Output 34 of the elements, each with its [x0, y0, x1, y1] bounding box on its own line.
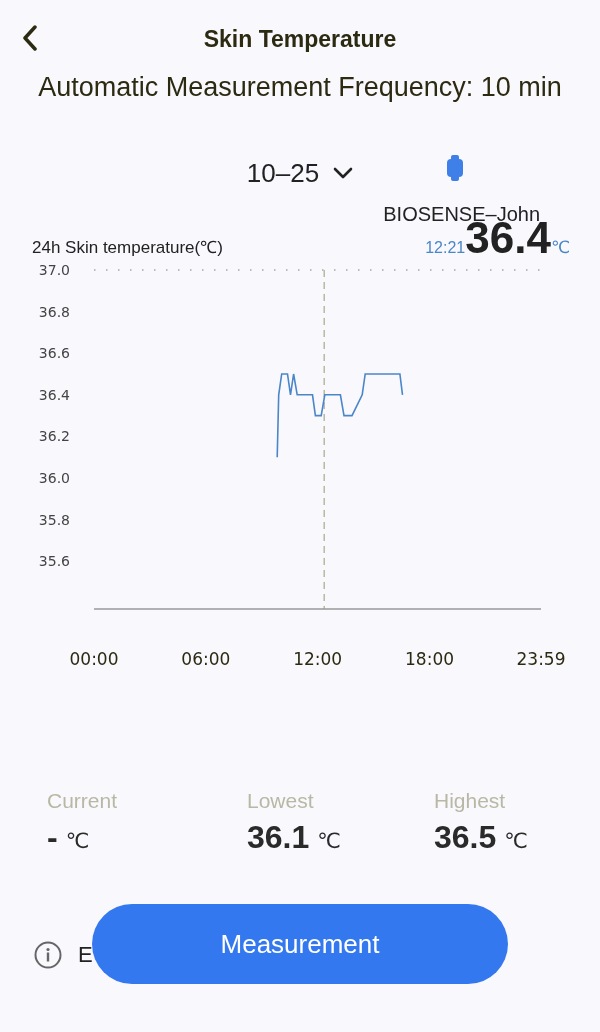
stat-unit: ℃ [317, 829, 341, 853]
y-tick-label: 36.4 [38, 386, 70, 403]
x-tick-label: 00:00 [69, 649, 119, 669]
chart-title: 24h Skin temperature(℃) [32, 237, 223, 258]
y-tick-label: 36.2 [38, 428, 70, 445]
x-tick-label: 23:59 [516, 649, 566, 669]
readout-time: 12:21 [425, 239, 466, 257]
screen-title: Skin Temperature [203, 25, 397, 53]
stat-unit: ℃ [65, 829, 90, 853]
readout-unit: ℃ [550, 237, 570, 257]
date-selector[interactable]: 10–25 [240, 153, 360, 193]
stat-value: 36.5 [434, 819, 497, 856]
frequency-text: Automatic Measurement Frequency: 10 min [37, 72, 563, 103]
stat-label: Highest [434, 789, 507, 813]
y-tick-label: 36.8 [38, 303, 70, 320]
y-tick-label: 37.0 [38, 262, 70, 278]
chevron-down-icon [333, 167, 354, 179]
x-tick-label: 12:00 [293, 649, 343, 669]
stat-unit: ℃ [504, 829, 528, 853]
y-tick-label: 35.6 [38, 553, 70, 570]
x-tick-label: 06:00 [181, 649, 231, 669]
measurement-button[interactable]: Measurement [92, 904, 508, 984]
stat-label: Current [47, 789, 119, 813]
info-text[interactable]: E [78, 942, 93, 968]
x-tick-label: 18:00 [405, 649, 455, 669]
y-tick-label: 36.0 [38, 470, 70, 486]
y-tick-label: 35.8 [38, 511, 70, 528]
back-icon[interactable] [22, 25, 38, 51]
watch-icon [447, 155, 463, 181]
info-icon [34, 941, 62, 969]
stat-label: Lowest [247, 789, 315, 813]
y-tick-label: 36.6 [38, 345, 70, 362]
stat-value: - [47, 819, 58, 856]
stat-value: 36.1 [247, 819, 310, 856]
